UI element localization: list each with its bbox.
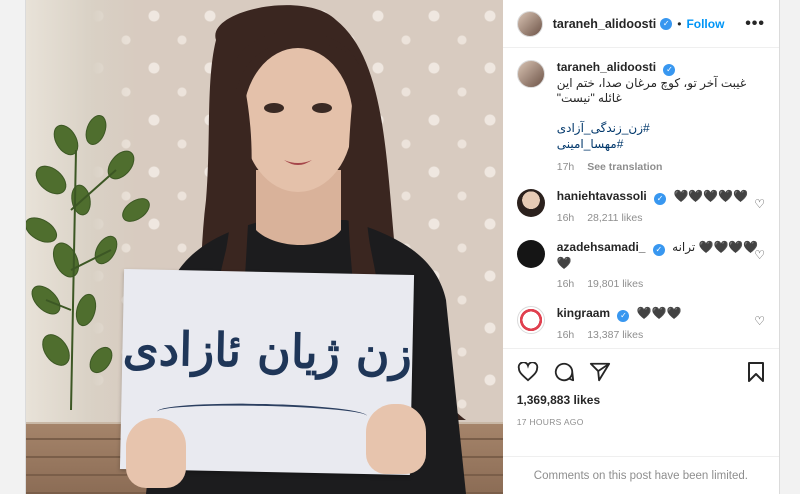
comment-time: 16h xyxy=(556,278,575,290)
comment-username[interactable]: kingraam xyxy=(557,306,610,320)
share-icon[interactable] xyxy=(589,361,611,383)
comments-section: taraneh_alidoosti ✓ غیبت آخر تو، کوچ مرغ… xyxy=(503,48,779,348)
see-translation-button[interactable]: See translation xyxy=(587,161,662,173)
caption-time: 17h xyxy=(556,161,575,173)
comment-likes[interactable]: 28,211 likes xyxy=(587,212,642,224)
heart-icon[interactable]: ♡ xyxy=(754,314,765,328)
comment-icon[interactable] xyxy=(553,361,575,383)
instagram-post: زن ژیان ئازادی taraneh_alidoosti ✓ • Fol… xyxy=(25,0,780,494)
heart-icon[interactable] xyxy=(517,362,539,382)
comment-item: haniehtavassoli ✓ 🖤🖤🖤🖤🖤 16h 28,211 likes… xyxy=(516,189,765,226)
likes-count[interactable]: 1,369,883 likes xyxy=(517,393,765,407)
more-icon[interactable]: ••• xyxy=(745,15,765,33)
comment-time: 16h xyxy=(556,212,575,224)
comment-item: kingraam ✓ 🖤🖤🖤 16h 13,387 likes ♡ xyxy=(516,306,765,343)
right-hand xyxy=(366,404,426,474)
follow-button[interactable]: Follow xyxy=(686,17,724,31)
commenter-avatar[interactable] xyxy=(516,240,545,268)
verified-icon: ✓ xyxy=(660,17,673,30)
comment-likes[interactable]: 19,801 likes xyxy=(587,278,643,290)
action-bar: 1,369,883 likes 17 HOURS AGO xyxy=(502,348,779,456)
post-side-panel: taraneh_alidoosti ✓ • Follow ••• taraneh… xyxy=(502,0,779,494)
commenter-avatar[interactable] xyxy=(516,306,545,334)
comment-username[interactable]: azadehsamadi_ xyxy=(557,240,646,254)
comment-text: 🖤🖤🖤 xyxy=(636,306,682,320)
hashtag-link[interactable]: #زن_زندگی_آزادی xyxy=(557,120,765,136)
left-hand xyxy=(126,418,186,488)
verified-icon: ✓ xyxy=(663,64,676,76)
comment-likes[interactable]: 13,387 likes xyxy=(587,329,643,341)
caption-text: غیبت آخر تو، کوچ مرغان صدا، ختم این غائل… xyxy=(556,76,747,105)
caption-username[interactable]: taraneh_alidoosti xyxy=(557,60,656,74)
caption-avatar[interactable] xyxy=(516,60,545,88)
caption: taraneh_alidoosti ✓ غیبت آخر تو، کوچ مرغ… xyxy=(516,60,765,175)
commenter-avatar[interactable] xyxy=(516,189,545,217)
comment-username[interactable]: haniehtavassoli xyxy=(557,189,647,203)
heart-icon[interactable]: ♡ xyxy=(754,248,765,262)
heart-icon[interactable]: ♡ xyxy=(754,197,765,211)
separator-dot: • xyxy=(677,16,682,31)
verified-icon: ✓ xyxy=(652,244,665,256)
sign-underline xyxy=(156,401,368,427)
comment-text: 🖤🖤🖤🖤🖤 xyxy=(673,189,749,203)
post-time: 17 HOURS AGO xyxy=(516,417,584,427)
verified-icon: ✓ xyxy=(617,310,630,322)
comment-item: azadehsamadi_ ✓ ترانه 🖤🖤🖤🖤🖤 16h 19,801 l… xyxy=(516,240,765,292)
verified-icon: ✓ xyxy=(654,193,667,205)
post-photo[interactable]: زن ژیان ئازادی xyxy=(26,0,503,494)
comment-time: 16h xyxy=(556,329,575,341)
post-header: taraneh_alidoosti ✓ • Follow ••• xyxy=(502,0,779,48)
hashtag-link[interactable]: #مهسا_امینی xyxy=(557,136,765,152)
header-username[interactable]: taraneh_alidoosti xyxy=(553,17,657,31)
bookmark-icon[interactable] xyxy=(747,361,765,383)
comments-limited-notice: Comments on this post have been limited. xyxy=(502,456,779,494)
avatar[interactable] xyxy=(516,10,543,37)
sign-text: زن ژیان ئازادی xyxy=(122,320,413,382)
